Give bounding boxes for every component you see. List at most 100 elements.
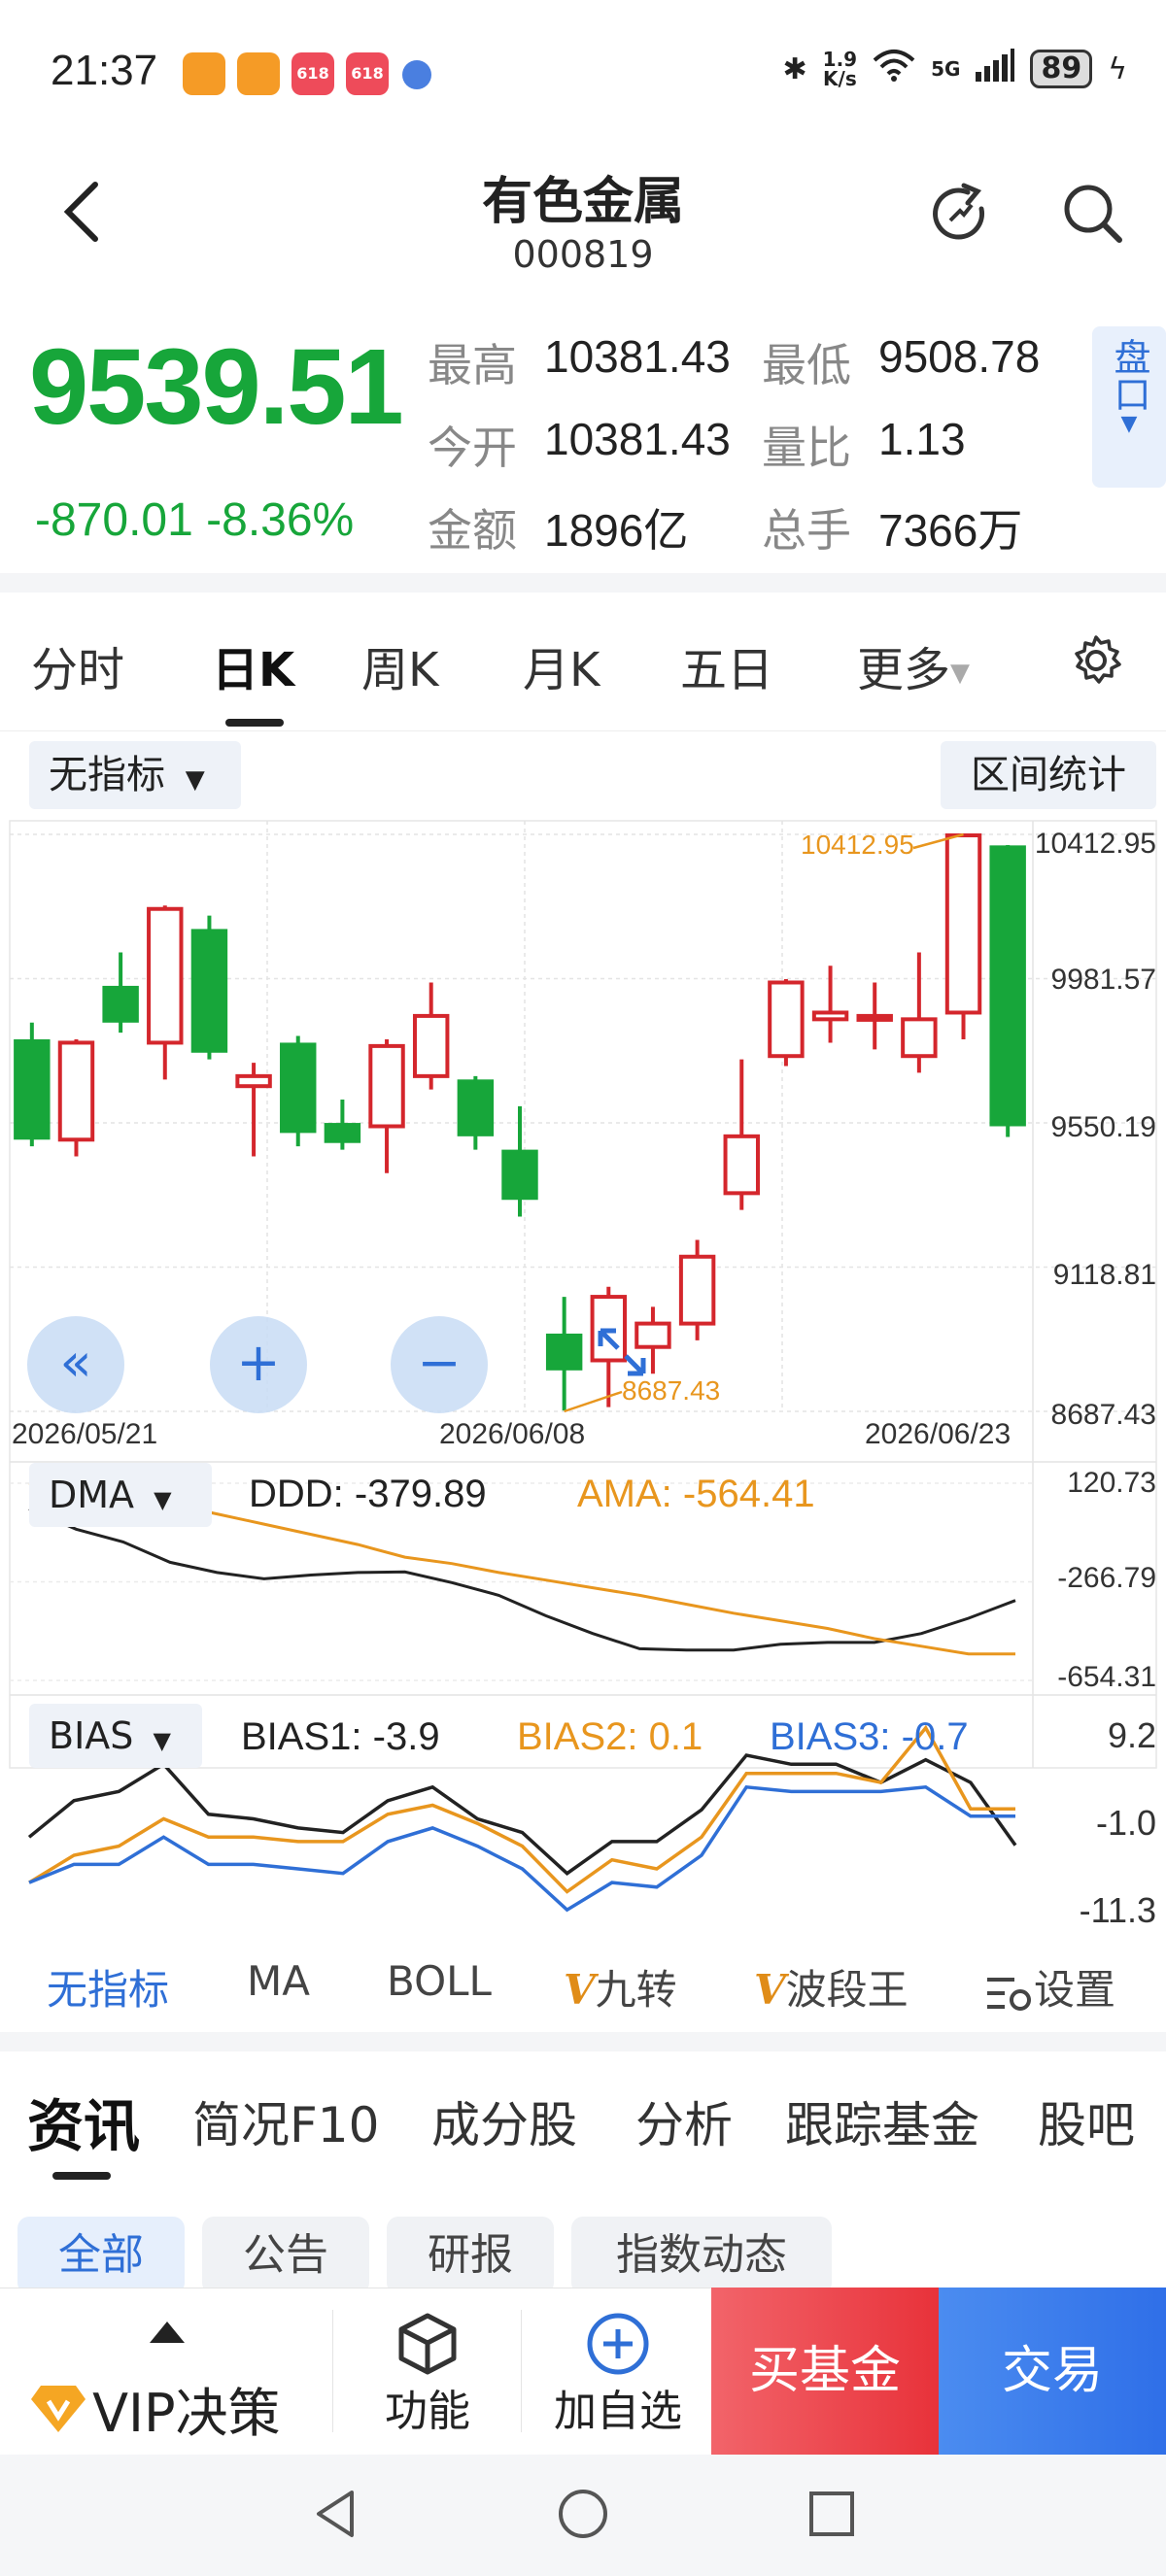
charging-icon: ϟ xyxy=(1108,51,1127,86)
expand-icon[interactable] xyxy=(593,1323,651,1381)
v-mark-icon: V xyxy=(564,1966,596,2014)
status-bar: 21:37 618 618 ✱ 1.9 K/s 5G 89 ϟ xyxy=(0,0,1166,146)
indicator-select-label: 无指标 xyxy=(49,753,165,797)
change-percent: -8.36% xyxy=(206,494,355,546)
y-tick-label: -654.31 xyxy=(1057,1661,1156,1693)
divider xyxy=(0,730,1166,731)
net-speed-unit: K/s xyxy=(823,67,857,90)
candle-body xyxy=(856,1013,893,1022)
candle-body xyxy=(501,1149,538,1201)
news-tab-funds[interactable]: 跟踪基金 xyxy=(785,2086,979,2156)
zoom-out-button[interactable]: − xyxy=(391,1316,488,1413)
bluetooth-icon: ✱ xyxy=(782,51,807,86)
candle-body xyxy=(723,1134,760,1196)
caret-down-icon: ▼ xyxy=(153,1727,171,1754)
tab-more[interactable]: 更多▼ xyxy=(857,631,970,699)
expand-up-icon[interactable] xyxy=(150,2322,185,2343)
vip-button[interactable]: VIP决策 xyxy=(29,2370,281,2447)
add-watchlist-label: 加自选 xyxy=(554,2387,682,2436)
news-tab-analysis[interactable]: 分析 xyxy=(635,2086,733,2156)
y-tick-label: -266.79 xyxy=(1057,1562,1156,1594)
function-label: 功能 xyxy=(385,2387,470,2436)
signal-icon xyxy=(976,49,1015,89)
stat-label: 总手 xyxy=(762,504,851,557)
y-tick-label: 9118.81 xyxy=(1052,1259,1156,1291)
tab-daily-k[interactable]: 日K xyxy=(212,631,294,699)
stat-value: 10381.43 xyxy=(544,331,731,382)
candle-body xyxy=(368,1043,405,1129)
v-mark-icon: V xyxy=(754,1966,786,2014)
candle-body xyxy=(811,1010,849,1022)
chip-research[interactable]: 研报 xyxy=(387,2217,554,2294)
stat-label: 金额 xyxy=(428,504,517,557)
dma-select-label: DMA xyxy=(49,1474,135,1516)
dma-select[interactable]: DMA ▼ xyxy=(29,1463,212,1527)
status-time: 21:37 xyxy=(51,47,158,94)
function-button[interactable]: 功能 xyxy=(377,2312,478,2438)
network-type: 5G xyxy=(931,57,961,81)
nav-home-button[interactable] xyxy=(556,2487,610,2545)
nav-recents-button[interactable] xyxy=(805,2487,859,2545)
indicator-tab-boll[interactable]: BOLL xyxy=(387,1957,492,2005)
zoom-in-button[interactable]: + xyxy=(210,1316,307,1413)
add-watchlist-button[interactable]: 加自选 xyxy=(550,2312,686,2438)
chip-all[interactable]: 全部 xyxy=(17,2217,185,2294)
x-tick-label: 2026/06/08 xyxy=(439,1418,586,1450)
pankou-button[interactable]: 盘口 ▼ xyxy=(1092,326,1166,488)
stat-label: 量比 xyxy=(762,422,851,474)
search-icon xyxy=(1064,185,1122,243)
tab-five-day[interactable]: 五日 xyxy=(680,631,773,699)
candle-body xyxy=(147,906,184,1045)
indicator-tab-ma[interactable]: MA xyxy=(247,1957,310,2005)
candle-body xyxy=(324,1123,361,1143)
low-leader-line xyxy=(564,1390,623,1413)
dma-ama-legend: AMA: -564.41 xyxy=(577,1473,815,1515)
news-tab-forum[interactable]: 股吧 xyxy=(1038,2086,1135,2156)
chart-settings-button[interactable] xyxy=(1069,633,1123,692)
bias-select[interactable]: BIAS ▼ xyxy=(29,1704,202,1768)
chip-announcement[interactable]: 公告 xyxy=(202,2217,369,2294)
cube-icon xyxy=(398,2313,457,2375)
bias1-legend: BIAS1: -3.9 xyxy=(241,1715,440,1758)
tab-more-label: 更多 xyxy=(857,643,951,697)
news-tab-info[interactable]: 资讯 xyxy=(27,2081,140,2162)
indicator-select[interactable]: 无指标 ▼ xyxy=(29,741,241,809)
bias2-legend: BIAS2: 0.1 xyxy=(517,1715,703,1758)
candle-body xyxy=(14,1039,51,1140)
x-tick-label: 2026/05/21 xyxy=(12,1418,158,1450)
buy-fund-button[interactable]: 买基金 xyxy=(711,2288,939,2455)
vip-label: VIP决策 xyxy=(92,2383,281,2444)
candle-body xyxy=(944,833,982,1015)
trade-button[interactable]: 交易 xyxy=(939,2288,1166,2455)
news-tab-f10[interactable]: 简况F10 xyxy=(192,2086,379,2156)
candle-body xyxy=(190,929,228,1053)
caret-down-icon: ▼ xyxy=(154,1486,172,1513)
indicator-tab-none[interactable]: 无指标 xyxy=(47,1957,169,2017)
current-price: 9539.51 xyxy=(29,327,404,447)
indicator-settings-button[interactable]: 设置 xyxy=(985,1957,1115,2017)
candle-body xyxy=(457,1079,495,1136)
tab-weekly-k[interactable]: 周K xyxy=(361,631,438,699)
nav-back-button[interactable] xyxy=(309,2487,363,2545)
refresh-button[interactable] xyxy=(925,180,993,248)
tab-intraday[interactable]: 分时 xyxy=(31,631,124,699)
settings-list-icon xyxy=(987,1977,1031,2011)
stat-value: 10381.43 xyxy=(544,414,731,464)
y-tick-label: -1.0 xyxy=(1095,1803,1156,1843)
range-stats-button[interactable]: 区间统计 xyxy=(941,741,1156,809)
stat-label: 今开 xyxy=(428,422,517,474)
indicator-tab-boduanwang[interactable]: V波段王 xyxy=(754,1957,909,2017)
candle-body xyxy=(545,1333,583,1371)
rewind-button[interactable]: « xyxy=(27,1316,124,1413)
tab-monthly-k[interactable]: 月K xyxy=(523,631,600,699)
app-618-icon: 618 xyxy=(292,52,334,95)
caret-down-icon: ▼ xyxy=(1120,412,1138,436)
candle-body xyxy=(57,1040,95,1142)
app-notification-icon xyxy=(237,52,280,95)
indicator-tab-jiuzhuan[interactable]: V九转 xyxy=(564,1957,677,2017)
news-tab-constituents[interactable]: 成分股 xyxy=(431,2086,577,2156)
divider xyxy=(332,2310,333,2432)
search-button[interactable] xyxy=(1059,180,1127,248)
chip-index-news[interactable]: 指数动态 xyxy=(571,2217,832,2294)
price-change: -870.01 -8.36% xyxy=(35,493,354,547)
